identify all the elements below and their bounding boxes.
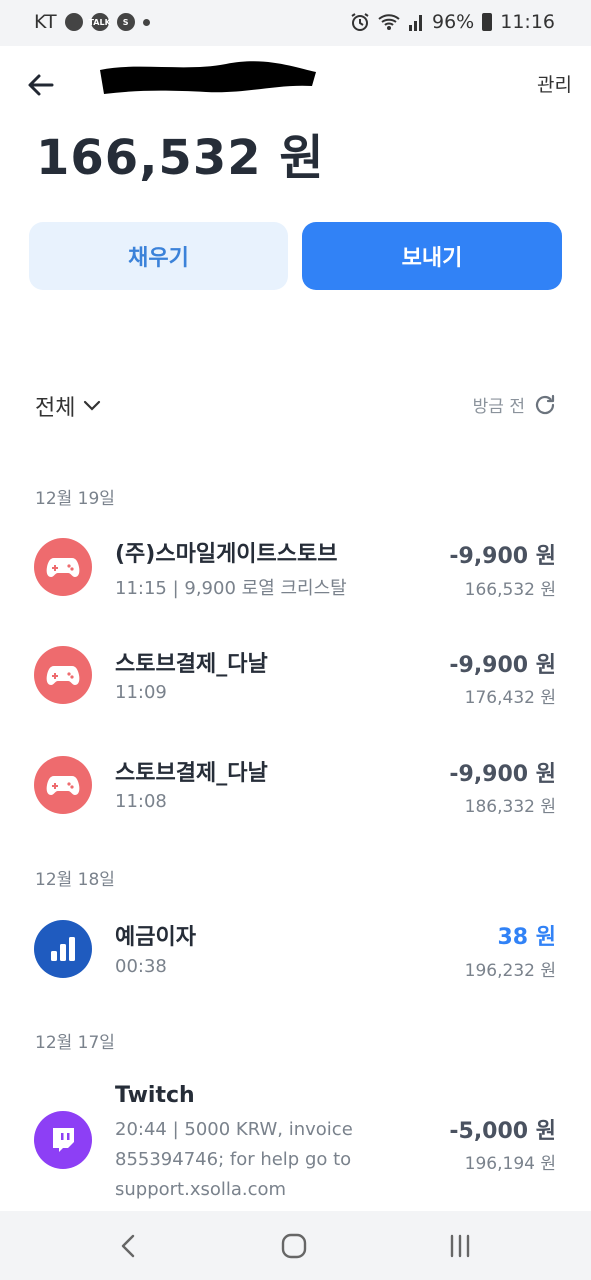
- gamepad-icon: [34, 538, 92, 596]
- transaction-amount: 38 원: [497, 925, 556, 950]
- transaction-title: 스토브결제_다날: [115, 652, 268, 677]
- transaction-row[interactable]: Twitch 20:44 | 5000 KRW, invoice 8553947…: [0, 1080, 591, 1210]
- transaction-amount: -5,000 원: [449, 1119, 556, 1144]
- nav-back-icon[interactable]: [112, 1229, 146, 1263]
- transaction-row[interactable]: 예금이자 00:38 38 원 196,232 원: [0, 914, 591, 994]
- account-name-redacted: [100, 61, 316, 94]
- notification-dot-icon: [142, 18, 150, 26]
- carrier-label: KT: [34, 11, 57, 33]
- transaction-subtitle: 11:09: [115, 682, 167, 703]
- transaction-description: 20:44 | 5000 KRW, invoice 855394746; for…: [115, 1115, 415, 1205]
- transaction-subtitle: 11:08: [115, 791, 167, 812]
- alarm-icon: [351, 13, 369, 31]
- battery-icon: [482, 13, 493, 31]
- description-line: support.xsolla.com: [115, 1179, 287, 1200]
- manage-button[interactable]: 관리: [537, 70, 572, 97]
- bar-chart-icon: [34, 920, 92, 978]
- transaction-amount: -9,900 원: [449, 653, 556, 678]
- transaction-title: 예금이자: [115, 925, 196, 950]
- gamepad-icon: [34, 756, 92, 814]
- send-button[interactable]: 보내기: [302, 222, 562, 290]
- transaction-balance: 176,432 원: [464, 688, 556, 708]
- description-line: 855394746; for help go to: [115, 1149, 352, 1170]
- fill-button[interactable]: 채우기: [29, 222, 288, 290]
- clock: 11:16: [500, 11, 555, 33]
- wifi-icon: [378, 14, 400, 30]
- nav-home-icon[interactable]: [277, 1229, 311, 1263]
- refresh-button[interactable]: 방금 전: [473, 392, 557, 417]
- date-header: 12월 19일: [35, 489, 115, 509]
- status-left: KT TALK S: [34, 11, 150, 33]
- balance-amount: 166,532 원: [36, 130, 325, 186]
- gamepad-icon: [34, 646, 92, 704]
- status-bar: KT TALK S 96% 11:16: [0, 0, 591, 46]
- transaction-row[interactable]: (주)스마일게이트스토브 11:15 | 9,900 로열 크리스탈 -9,90…: [0, 530, 591, 610]
- kakaotalk-icon: TALK: [88, 13, 111, 31]
- updated-label: 방금 전: [472, 397, 525, 417]
- battery-percent: 96%: [432, 11, 475, 33]
- twitch-icon: [34, 1111, 92, 1169]
- date-header: 12월 18일: [35, 870, 115, 890]
- signal-icon: [409, 15, 422, 31]
- transaction-balance: 196,194 원: [464, 1154, 556, 1174]
- status-right: 96% 11:16: [350, 11, 555, 33]
- back-arrow-icon[interactable]: [24, 68, 58, 102]
- chat-bubble-icon: [64, 13, 83, 31]
- transaction-subtitle: 11:15 | 9,900 로열 크리스탈: [115, 578, 347, 599]
- nav-recents-icon[interactable]: [443, 1229, 477, 1263]
- chevron-down-icon: [84, 400, 101, 411]
- filter-dropdown[interactable]: 전체: [35, 390, 101, 422]
- system-nav-bar: [0, 1211, 591, 1280]
- transaction-balance: 196,232 원: [464, 961, 556, 981]
- transaction-subtitle: 00:38: [115, 956, 167, 977]
- transaction-title: Twitch: [115, 1083, 195, 1108]
- transaction-balance: 166,532 원: [464, 580, 556, 600]
- transaction-balance: 186,332 원: [464, 797, 556, 817]
- transaction-title: 스토브결제_다날: [115, 761, 268, 786]
- description-line: 20:44 | 5000 KRW, invoice: [115, 1119, 353, 1140]
- filter-label: 전체: [35, 396, 76, 421]
- transaction-amount: -9,900 원: [449, 544, 556, 569]
- s-app-icon: S: [116, 13, 135, 31]
- transaction-amount: -9,900 원: [449, 762, 556, 787]
- date-header: 12월 17일: [35, 1033, 115, 1053]
- transaction-row[interactable]: 스토브결제_다날 11:09 -9,900 원 176,432 원: [0, 640, 591, 720]
- transaction-row[interactable]: 스토브결제_다날 11:08 -9,900 원 186,332 원: [0, 750, 591, 830]
- transaction-title: (주)스마일게이트스토브: [115, 542, 338, 567]
- refresh-icon: [535, 394, 555, 414]
